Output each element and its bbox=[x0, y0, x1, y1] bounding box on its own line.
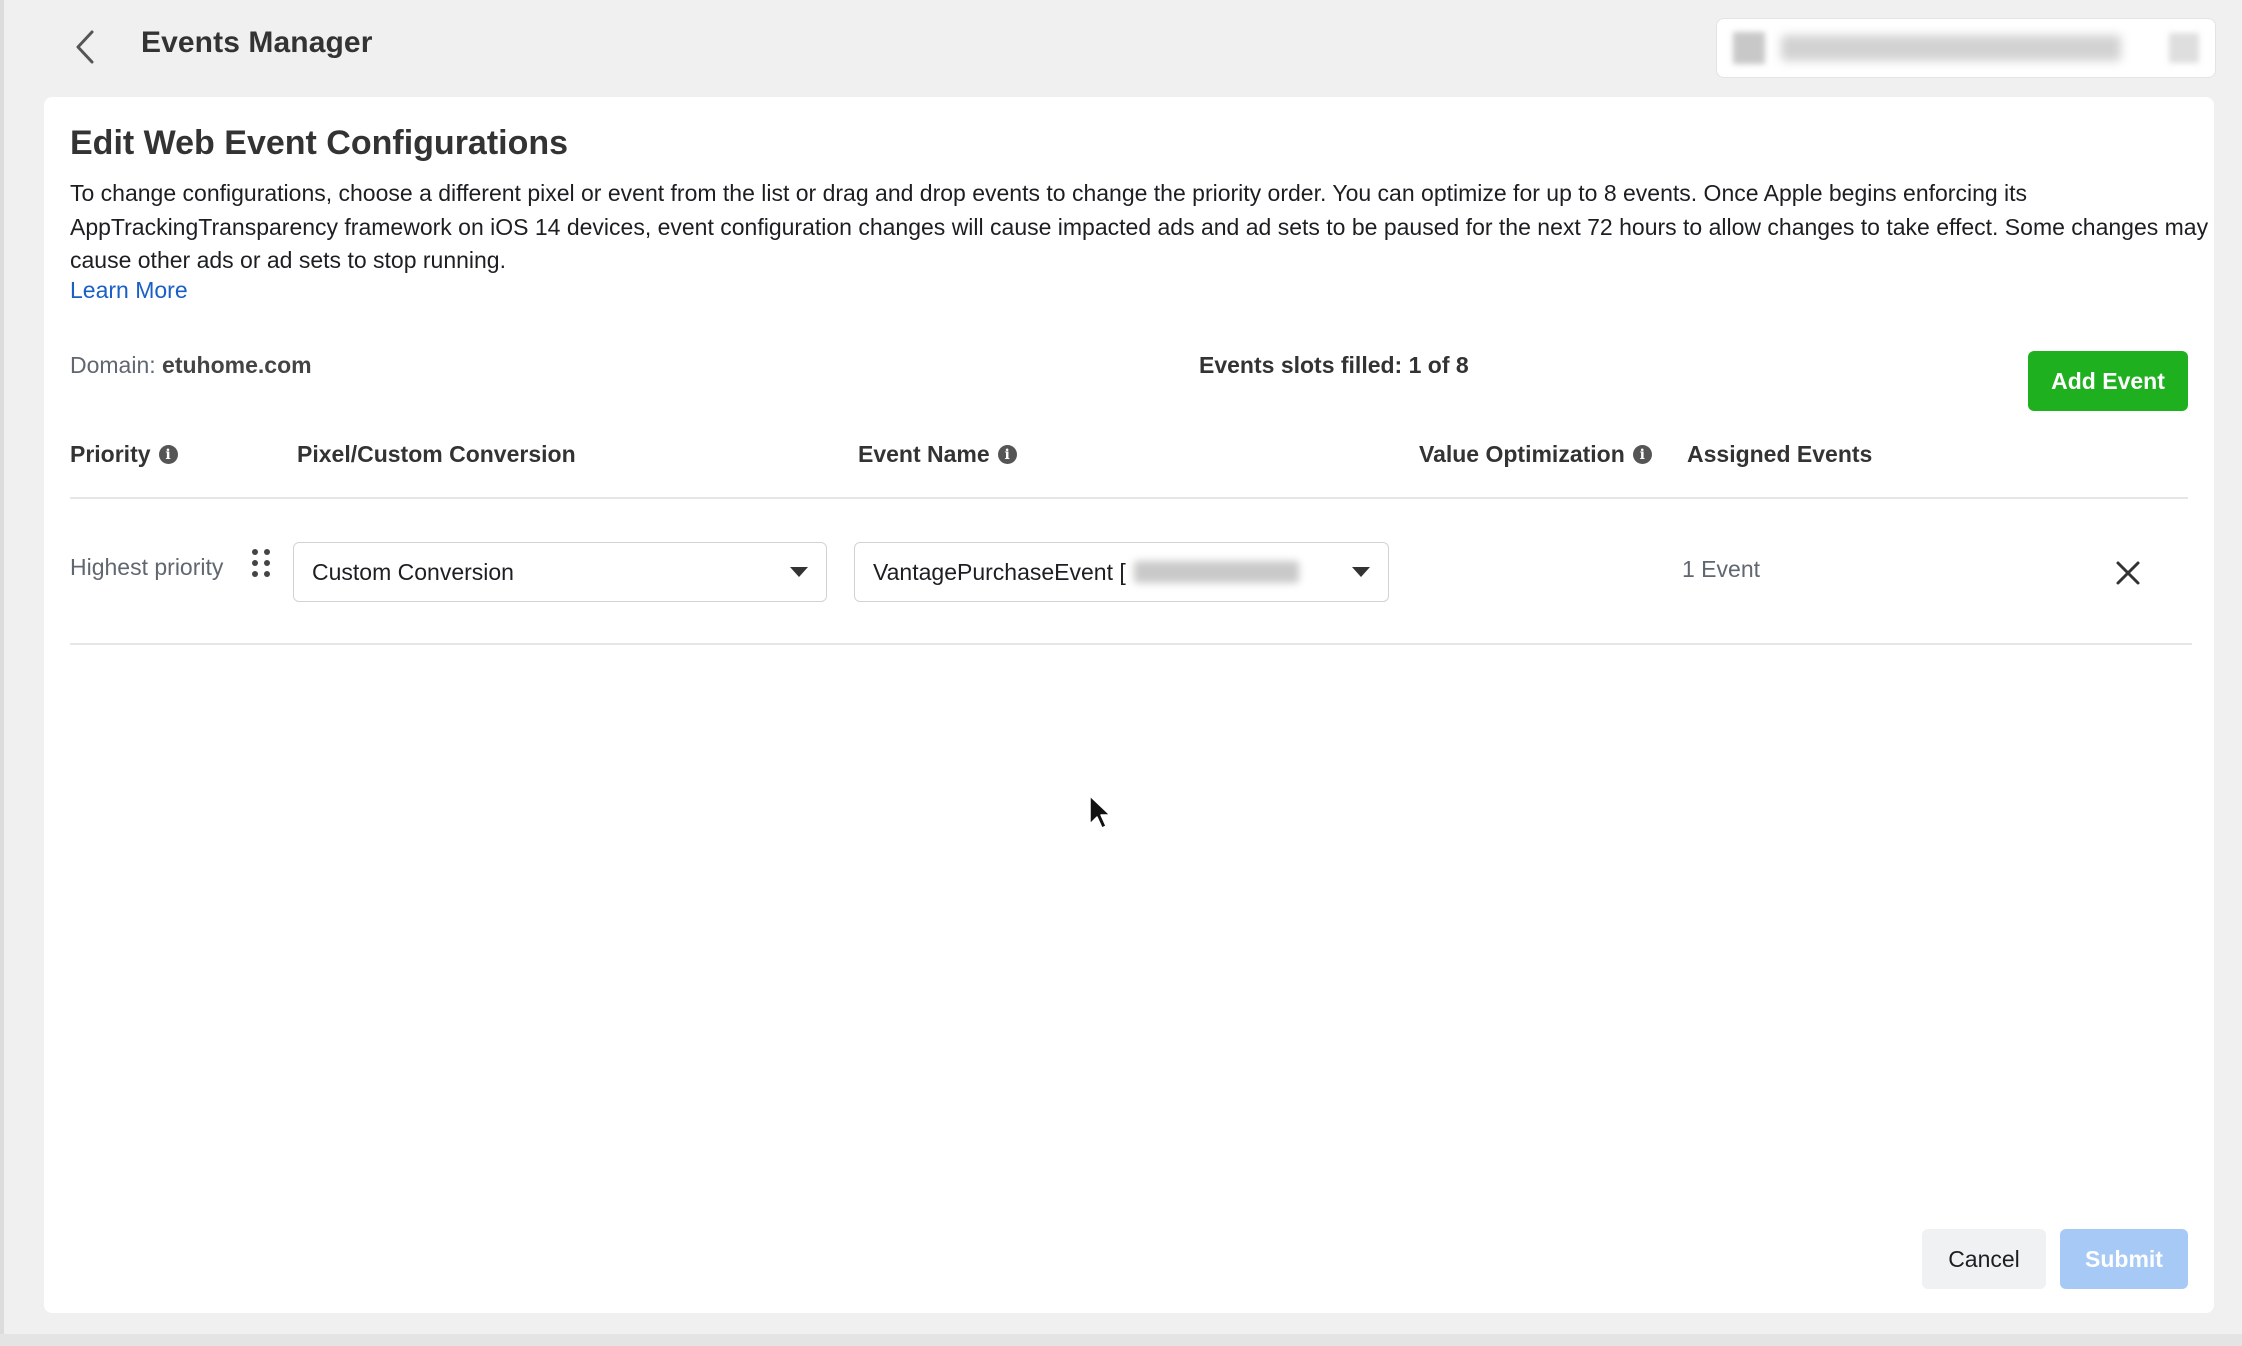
row-divider bbox=[70, 643, 2192, 645]
top-bar: Events Manager bbox=[4, 0, 2242, 95]
add-event-button[interactable]: Add Event bbox=[2028, 351, 2188, 411]
back-button[interactable] bbox=[66, 24, 104, 70]
account-avatar bbox=[1733, 32, 1765, 64]
info-icon[interactable]: i bbox=[158, 445, 178, 464]
domain-value: etuhome.com bbox=[162, 352, 312, 378]
column-header-pixel: Pixel/Custom Conversion bbox=[297, 441, 576, 468]
domain-info: Domain: etuhome.com bbox=[70, 352, 312, 379]
event-name-select[interactable]: VantagePurchaseEvent [ bbox=[854, 542, 1389, 602]
column-header-event-name: Event Name i bbox=[858, 441, 1017, 468]
column-header-priority: Priority i bbox=[70, 441, 178, 468]
info-icon[interactable]: i bbox=[997, 445, 1017, 464]
learn-more-link[interactable]: Learn More bbox=[70, 277, 188, 304]
mouse-pointer-icon bbox=[1089, 795, 1111, 829]
column-label: Value Optimization bbox=[1419, 441, 1625, 467]
account-selector[interactable] bbox=[1716, 18, 2216, 78]
slots-filled-status: Events slots filled: 1 of 8 bbox=[1199, 352, 1469, 378]
close-icon bbox=[2116, 561, 2140, 585]
domain-label: Domain: bbox=[70, 352, 156, 378]
header-divider bbox=[70, 497, 2188, 499]
pixel-select[interactable]: Custom Conversion bbox=[293, 542, 827, 602]
caret-down-icon bbox=[1352, 567, 1370, 577]
column-header-value-optimization: Value Optimization i bbox=[1419, 441, 1652, 468]
cancel-button[interactable]: Cancel bbox=[1922, 1229, 2046, 1289]
account-name-redacted bbox=[1781, 35, 2121, 61]
assigned-events-count: 1 Event bbox=[1682, 556, 1760, 582]
caret-down-icon bbox=[790, 567, 808, 577]
column-label: Pixel/Custom Conversion bbox=[297, 441, 576, 467]
event-id-redacted bbox=[1133, 561, 1299, 583]
column-label: Priority bbox=[70, 441, 151, 467]
pixel-select-value: Custom Conversion bbox=[312, 558, 514, 585]
description-text: To change configurations, choose a diffe… bbox=[70, 180, 2209, 273]
edit-configurations-card: Edit Web Event Configurations To change … bbox=[44, 97, 2214, 1313]
row-priority-label: Highest priority bbox=[70, 554, 224, 580]
info-icon[interactable]: i bbox=[1632, 445, 1652, 464]
page-title: Edit Web Event Configurations bbox=[70, 124, 569, 162]
remove-event-button[interactable] bbox=[2110, 555, 2146, 591]
window-bottom-edge bbox=[0, 1334, 2242, 1346]
window-edge bbox=[0, 0, 4, 1346]
app-title: Events Manager bbox=[141, 26, 373, 59]
column-label: Event Name bbox=[858, 441, 990, 467]
event-name-select-value: VantagePurchaseEvent [ bbox=[873, 558, 1126, 585]
column-header-assigned-events: Assigned Events bbox=[1687, 441, 1872, 468]
drag-handle-icon[interactable] bbox=[252, 549, 276, 581]
column-label: Assigned Events bbox=[1687, 441, 1873, 467]
account-dropdown-icon bbox=[2169, 33, 2199, 63]
chevron-left-icon bbox=[76, 30, 94, 64]
submit-button[interactable]: Submit bbox=[2060, 1229, 2188, 1289]
